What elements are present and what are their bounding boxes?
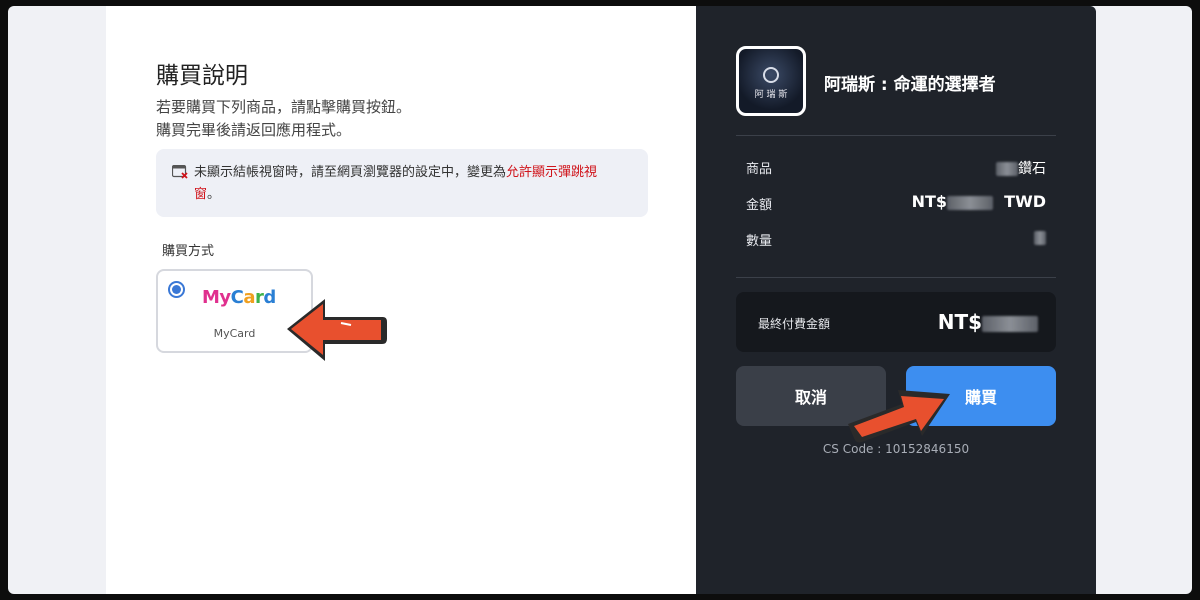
pointer-arrow-icon [848,390,950,443]
amount-prefix: NT$ [911,192,948,211]
product-value-text: 鑽石 [1018,161,1046,177]
popup-blocked-icon [172,165,188,179]
payment-method-label: 購買方式 [162,244,215,259]
game-title: 阿瑞斯 : 命運的選擇者 [824,75,996,95]
payment-radio[interactable] [168,281,185,298]
intro-line-1: 若要購買下列商品，請點擊購買按鈕。 [156,98,412,116]
intro-text: 若要購買下列商品，請點擊購買按鈕。 購買完畢後請返回應用程式。 [156,96,411,142]
notice-link[interactable]: 允許顯示彈跳視 [506,165,597,180]
divider [736,277,1056,278]
checkout-window: 購買說明 若要購買下列商品，請點擊購買按鈕。 購買完畢後請返回應用程式。 未顯示… [8,6,1192,594]
order-summary-panel: 阿 瑞 斯 阿瑞斯 : 命運的選擇者 商品 鑽石 金額 NT$ TWD 數量 最… [696,6,1096,594]
game-logo-text: 阿 瑞 斯 [754,90,788,100]
cs-code: CS Code : 10152846150 [822,442,970,456]
notice-text: 未顯示結帳視窗時，請至網頁瀏覽器的設定中，變更為 [194,165,507,180]
final-amount-prefix: NT$ [937,310,982,334]
notice-period: 。 [207,187,221,202]
notice-link-end[interactable]: 窗 [194,187,207,202]
amount-suffix: TWD [1004,192,1046,211]
purchase-info-panel: 購買說明 若要購買下列商品，請點擊購買按鈕。 購買完畢後請返回應用程式。 未顯示… [106,6,696,594]
amount-value: NT$ TWD [912,192,1046,211]
amount-label: 金額 [746,198,773,213]
product-label: 商品 [746,162,773,177]
final-amount-box: 最終付費金額 NT$ [736,292,1056,352]
product-value: 鑽石 [996,158,1046,178]
game-logo: 阿 瑞 斯 [736,46,806,116]
intro-line-2: 購買完畢後請返回應用程式。 [156,121,352,139]
divider [736,135,1056,136]
redacted-amount [996,162,1018,176]
redacted-quantity [1034,231,1046,245]
final-amount-label: 最終付費金額 [758,317,831,331]
quantity-label: 數量 [746,234,773,249]
quantity-value [1034,230,1046,246]
page-title: 購買說明 [156,63,248,89]
redacted-amount [947,195,994,210]
final-amount-value: NT$ [938,310,1038,334]
mycard-logo: MyCard [202,287,276,308]
pointer-arrow-icon [287,299,387,361]
redacted-total [982,315,1038,332]
popup-notice: 未顯示結帳視窗時，請至網頁瀏覽器的設定中，變更為允許顯示彈跳視 窗。 [156,149,648,217]
game-emblem-icon [763,67,779,83]
